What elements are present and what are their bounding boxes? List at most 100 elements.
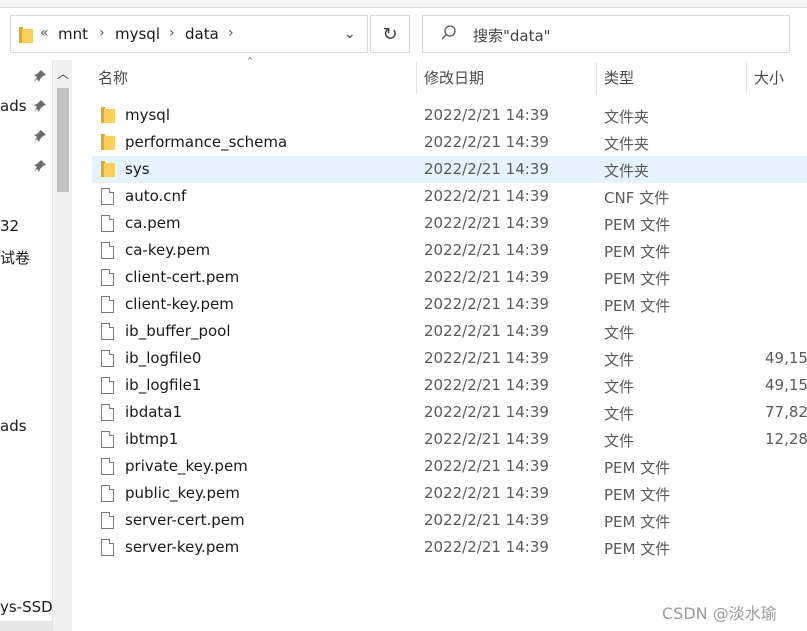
file-type: 文件夹 (604, 108, 650, 126)
file-date: 2022/2/21 14:39 (424, 133, 549, 151)
scrollbar-thumb[interactable] (57, 88, 69, 192)
file-date: 2022/2/21 14:39 (424, 511, 549, 529)
file-type: PEM 文件 (604, 513, 671, 531)
navigation-pane: ads 32 试卷 ads ys-SSD ( (0, 60, 63, 631)
file-name: client-cert.pem (125, 268, 240, 286)
chevron-right-icon[interactable]: › (228, 25, 234, 41)
file-row[interactable]: private_key.pem 2022/2/21 14:39 PEM 文件 (92, 453, 807, 480)
breadcrumb-overflow[interactable]: « (40, 25, 49, 41)
nav-scrollbar[interactable]: ︿ (52, 60, 72, 631)
file-date: 2022/2/21 14:39 (424, 457, 549, 475)
scroll-up-icon[interactable]: ︿ (57, 65, 69, 82)
column-divider[interactable] (746, 62, 747, 94)
file-icon (101, 296, 115, 313)
file-name: ib_logfile0 (125, 349, 202, 367)
file-row[interactable]: ibdata1 2022/2/21 14:39 文件 77,82 (92, 399, 807, 426)
file-name: mysql (125, 106, 170, 124)
file-row[interactable]: ibtmp1 2022/2/21 14:39 文件 12,28 (92, 426, 807, 453)
breadcrumb-data[interactable]: data (185, 25, 219, 43)
address-bar[interactable]: « mnt › mysql › data › ⌄ (10, 15, 368, 53)
file-icon (101, 539, 115, 556)
pin-icon[interactable] (34, 100, 46, 112)
file-type: 文件 (604, 432, 635, 450)
file-date: 2022/2/21 14:39 (424, 241, 549, 259)
file-name: ca-key.pem (125, 241, 211, 259)
file-row[interactable]: ca-key.pem 2022/2/21 14:39 PEM 文件 (92, 237, 807, 264)
file-row[interactable]: auto.cnf 2022/2/21 14:39 CNF 文件 (92, 183, 807, 210)
file-icon (101, 242, 115, 259)
file-name: server-cert.pem (125, 511, 245, 529)
file-type: 文件夹 (604, 162, 650, 180)
file-icon (101, 323, 115, 340)
file-type: PEM 文件 (604, 540, 671, 558)
ribbon-strip (0, 0, 807, 8)
nav-bottom-bar (0, 621, 52, 631)
folder-icon (19, 27, 33, 43)
refresh-icon: ↻ (382, 23, 398, 45)
file-row[interactable]: ib_logfile0 2022/2/21 14:39 文件 49,15 (92, 345, 807, 372)
file-date: 2022/2/21 14:39 (424, 484, 549, 502)
file-icon (101, 350, 115, 367)
file-type: 文件 (604, 324, 635, 342)
folder-row[interactable]: mysql 2022/2/21 14:39 文件夹 (92, 102, 807, 129)
file-row[interactable]: ib_logfile1 2022/2/21 14:39 文件 49,15 (92, 372, 807, 399)
file-size: 49,15 (765, 376, 807, 394)
pin-icon[interactable] (34, 70, 46, 82)
file-icon (101, 431, 115, 448)
file-icon (101, 188, 115, 205)
file-name: server-key.pem (125, 538, 240, 556)
file-name: private_key.pem (125, 457, 248, 475)
file-row[interactable]: client-cert.pem 2022/2/21 14:39 PEM 文件 (92, 264, 807, 291)
pin-icon[interactable] (34, 130, 46, 142)
file-date: 2022/2/21 14:39 (424, 430, 549, 448)
search-icon (441, 25, 456, 40)
nav-item[interactable]: 32 (0, 217, 19, 235)
folder-row[interactable]: sys 2022/2/21 14:39 文件夹 (92, 156, 807, 183)
folder-icon (101, 107, 115, 124)
file-type: PEM 文件 (604, 486, 671, 504)
file-date: 2022/2/21 14:39 (424, 268, 549, 286)
sort-ascending-icon: ˄ (247, 56, 253, 70)
nav-item[interactable]: ads (0, 417, 27, 435)
file-row[interactable]: client-key.pem 2022/2/21 14:39 PEM 文件 (92, 291, 807, 318)
folder-icon (101, 134, 115, 151)
file-row[interactable]: public_key.pem 2022/2/21 14:39 PEM 文件 (92, 480, 807, 507)
file-date: 2022/2/21 14:39 (424, 214, 549, 232)
file-date: 2022/2/21 14:39 (424, 538, 549, 556)
folder-icon (101, 161, 115, 178)
file-icon (101, 458, 115, 475)
file-type: 文件 (604, 405, 635, 423)
file-row[interactable]: ca.pem 2022/2/21 14:39 PEM 文件 (92, 210, 807, 237)
chevron-down-icon[interactable]: ⌄ (344, 26, 356, 42)
column-header-date[interactable]: 修改日期 (424, 67, 484, 88)
chevron-right-icon[interactable]: › (169, 25, 175, 41)
file-name: auto.cnf (125, 187, 187, 205)
nav-item[interactable]: ads (0, 97, 27, 115)
file-row[interactable]: server-cert.pem 2022/2/21 14:39 PEM 文件 (92, 507, 807, 534)
watermark: CSDN @淡水瑜 (662, 604, 777, 623)
column-header-name[interactable]: 名称 (98, 67, 128, 88)
file-row[interactable]: server-key.pem 2022/2/21 14:39 PEM 文件 (92, 534, 807, 561)
column-divider[interactable] (596, 62, 597, 94)
file-date: 2022/2/21 14:39 (424, 187, 549, 205)
folder-row[interactable]: performance_schema 2022/2/21 14:39 文件夹 (92, 129, 807, 156)
file-date: 2022/2/21 14:39 (424, 322, 549, 340)
nav-item[interactable]: 试卷 (0, 247, 30, 268)
column-header-type[interactable]: 类型 (604, 67, 634, 88)
file-type: 文件夹 (604, 135, 650, 153)
breadcrumb-mysql[interactable]: mysql (115, 25, 160, 43)
chevron-right-icon[interactable]: › (99, 25, 105, 41)
file-date: 2022/2/21 14:39 (424, 106, 549, 124)
column-header-size[interactable]: 大小 (754, 67, 784, 88)
file-row[interactable]: ib_buffer_pool 2022/2/21 14:39 文件 (92, 318, 807, 345)
file-size: 12,28 (765, 430, 807, 448)
search-input[interactable]: 搜索"data" (422, 15, 790, 53)
column-divider[interactable] (416, 62, 417, 94)
refresh-button[interactable]: ↻ (370, 15, 410, 53)
file-name: sys (125, 160, 150, 178)
file-size: 77,82 (765, 403, 807, 421)
breadcrumb-mnt[interactable]: mnt (58, 25, 88, 43)
file-name: ibdata1 (125, 403, 183, 421)
pin-icon[interactable] (34, 160, 46, 172)
file-name: client-key.pem (125, 295, 234, 313)
